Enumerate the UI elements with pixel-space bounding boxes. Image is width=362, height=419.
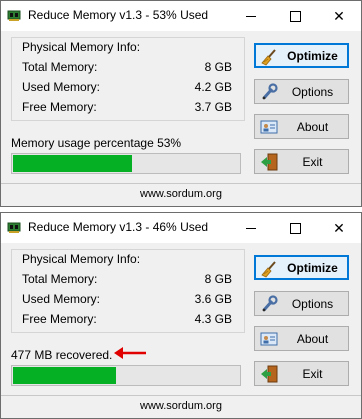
free-memory-value: 3.7 GB [194, 100, 232, 114]
total-memory-label: Total Memory: [22, 272, 98, 286]
reduce-memory-window: Reduce Memory v1.3 - 53% Used ✕ Physical… [0, 0, 362, 207]
exit-door-icon [261, 365, 278, 383]
memory-chip-icon [7, 222, 21, 233]
broom-icon [261, 261, 276, 278]
options-label: Options [291, 297, 334, 311]
used-memory-value: 4.2 GB [194, 80, 232, 94]
maximize-button[interactable] [273, 213, 317, 243]
title-bar[interactable]: Reduce Memory v1.3 - 53% Used ✕ [1, 1, 361, 31]
memory-info-group: Physical Memory Info: Total Memory: 8 GB… [11, 37, 245, 121]
minimize-icon [246, 227, 256, 229]
used-memory-label: Used Memory: [22, 292, 101, 306]
free-memory-row: Free Memory: 3.7 GB [22, 100, 232, 116]
used-memory-row: Used Memory: 4.2 GB [22, 80, 232, 96]
exit-label: Exit [302, 155, 323, 169]
red-arrow-icon [114, 347, 146, 359]
memory-chip-icon [7, 10, 21, 21]
free-memory-label: Free Memory: [22, 312, 97, 326]
options-label: Options [291, 85, 334, 99]
title-bar[interactable]: Reduce Memory v1.3 - 46% Used ✕ [1, 213, 361, 243]
minimize-button[interactable] [229, 213, 273, 243]
broom-icon [261, 49, 276, 66]
memory-progress-bar [11, 365, 241, 386]
status-text: Memory usage percentage 53% [11, 136, 182, 150]
used-memory-value: 3.6 GB [194, 292, 232, 306]
footer: www.sordum.org [1, 183, 361, 206]
footer-link[interactable]: www.sordum.org [1, 188, 361, 200]
close-icon: ✕ [333, 219, 345, 236]
wrench-icon [262, 83, 278, 100]
memory-progress-bar [11, 153, 241, 174]
maximize-button[interactable] [273, 1, 317, 31]
total-memory-label: Total Memory: [22, 60, 98, 74]
wrench-icon [262, 295, 278, 312]
exit-button[interactable]: Exit [254, 361, 349, 386]
about-button[interactable]: About [254, 326, 349, 351]
footer-link[interactable]: www.sordum.org [1, 400, 361, 412]
about-label: About [296, 332, 329, 346]
about-button[interactable]: About [254, 114, 349, 139]
optimize-button[interactable]: Optimize [254, 255, 349, 280]
progress-fill [13, 155, 132, 172]
total-memory-value: 8 GB [204, 60, 232, 74]
progress-fill [13, 367, 116, 384]
memory-info-group: Physical Memory Info: Total Memory: 8 GB… [11, 249, 245, 333]
window-title: Reduce Memory v1.3 - 46% Used [28, 220, 209, 234]
exit-button[interactable]: Exit [254, 149, 349, 174]
optimize-button[interactable]: Optimize [254, 43, 349, 68]
group-title: Physical Memory Info: [20, 252, 143, 266]
close-button[interactable]: ✕ [317, 1, 361, 31]
about-label: About [296, 120, 329, 134]
id-card-icon [260, 120, 278, 134]
group-title: Physical Memory Info: [20, 40, 143, 54]
total-memory-value: 8 GB [204, 272, 232, 286]
used-memory-label: Used Memory: [22, 80, 101, 94]
exit-door-icon [261, 153, 278, 171]
free-memory-row: Free Memory: 4.3 GB [22, 312, 232, 328]
minimize-icon [246, 15, 256, 17]
total-memory-row: Total Memory: 8 GB [22, 60, 232, 76]
total-memory-row: Total Memory: 8 GB [22, 272, 232, 288]
options-button[interactable]: Options [254, 79, 349, 104]
minimize-button[interactable] [229, 1, 273, 31]
status-text: 477 MB recovered. [11, 348, 113, 362]
close-button[interactable]: ✕ [317, 213, 361, 243]
used-memory-row: Used Memory: 3.6 GB [22, 292, 232, 308]
close-icon: ✕ [333, 7, 345, 24]
id-card-icon [260, 332, 278, 346]
reduce-memory-window: Reduce Memory v1.3 - 46% Used ✕ Physical… [0, 212, 362, 419]
optimize-label: Optimize [287, 49, 338, 63]
options-button[interactable]: Options [254, 291, 349, 316]
window-title: Reduce Memory v1.3 - 53% Used [28, 8, 209, 22]
maximize-icon [289, 222, 301, 234]
maximize-icon [289, 10, 301, 22]
exit-label: Exit [302, 367, 323, 381]
optimize-label: Optimize [287, 261, 338, 275]
free-memory-label: Free Memory: [22, 100, 97, 114]
footer: www.sordum.org [1, 395, 361, 418]
free-memory-value: 4.3 GB [194, 312, 232, 326]
